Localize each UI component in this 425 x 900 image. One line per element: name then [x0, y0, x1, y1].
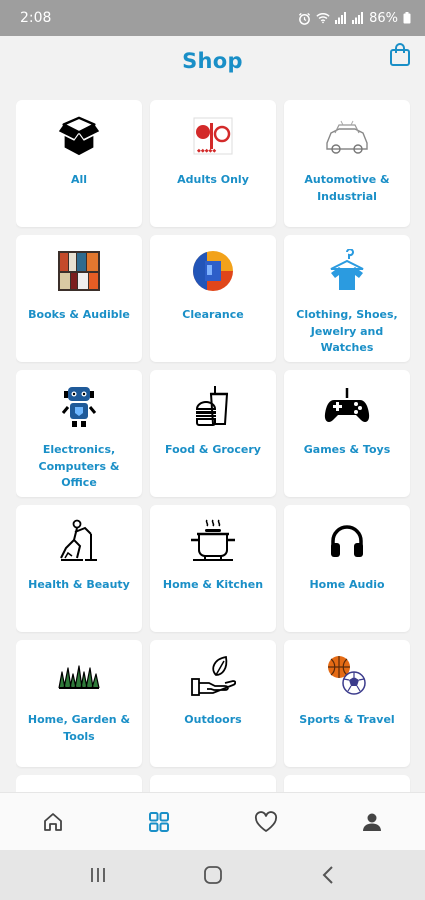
recents-icon	[90, 868, 105, 882]
category-label: Food & Grocery	[165, 443, 261, 456]
category-tile-games-toys[interactable]: Games & Toys	[284, 370, 410, 497]
category-tile-partial-1[interactable]	[16, 775, 142, 792]
status-icons: 86%	[298, 11, 411, 26]
category-label: Books & Audible	[28, 308, 130, 321]
circle-home-icon	[203, 866, 222, 884]
system-home-button[interactable]	[188, 855, 238, 895]
signal-icon-2	[352, 12, 364, 24]
car-icon	[323, 112, 371, 160]
back-button[interactable]	[303, 855, 353, 895]
alarm-icon	[299, 12, 311, 25]
category-label: Outdoors	[184, 713, 242, 726]
cooking-pot-icon	[189, 517, 237, 565]
category-label: Adults Only	[177, 173, 249, 186]
category-tile-outdoors[interactable]: Outdoors	[150, 640, 276, 767]
category-tile-home-garden[interactable]: Home, Garden & Tools	[16, 640, 142, 767]
nav-account-button[interactable]	[342, 800, 402, 844]
back-chevron-icon	[322, 866, 333, 884]
category-label: Automotive & Industrial	[304, 173, 390, 203]
shopping-bag-button[interactable]	[387, 41, 413, 69]
system-navigation-bar	[0, 850, 425, 900]
nav-home-button[interactable]	[23, 800, 83, 844]
category-tile-adults-only[interactable]: ◆◆◆◆◆ Adults Only	[150, 100, 276, 227]
grass-icon	[55, 652, 103, 700]
category-label: Games & Toys	[303, 443, 391, 456]
shopping-bag-icon	[390, 43, 410, 66]
category-tile-partial-3[interactable]	[284, 775, 410, 792]
category-tile-food-grocery[interactable]: Food & Grocery	[150, 370, 276, 497]
category-tile-clearance[interactable]: Clearance	[150, 235, 276, 362]
category-tile-sports-travel[interactable]: Sports & Travel	[284, 640, 410, 767]
page-title: Shop	[182, 49, 243, 73]
category-tile-all[interactable]: All	[16, 100, 142, 227]
category-label: Health & Beauty	[28, 578, 130, 591]
category-tile-home-kitchen[interactable]: Home & Kitchen	[150, 505, 276, 632]
category-tile-clothing[interactable]: Clothing, Shoes, Jewelry and Watches	[284, 235, 410, 362]
category-tile-automotive[interactable]: Automotive & Industrial	[284, 100, 410, 227]
adults-logo-icon: ◆◆◆◆◆	[189, 112, 237, 160]
status-time: 2:08	[20, 10, 52, 26]
battery-icon	[403, 12, 411, 24]
category-label: Clothing, Shoes, Jewelry and Watches	[296, 308, 398, 354]
svg-text:◆◆◆◆◆: ◆◆◆◆◆	[197, 148, 216, 154]
category-label: Sports & Travel	[299, 713, 395, 726]
clearance-badge-icon	[189, 247, 237, 295]
bottom-nav	[0, 792, 425, 850]
category-tile-partial-2[interactable]	[150, 775, 276, 792]
open-box-icon	[55, 112, 103, 160]
category-label: Home, Garden & Tools	[27, 713, 131, 743]
books-icon	[55, 247, 103, 295]
category-grid: All ◆◆◆◆◆ Adults Only Automotive & Indus…	[16, 100, 411, 792]
battery-percent: 86%	[369, 10, 398, 26]
category-label: Clearance	[182, 308, 244, 321]
category-tile-home-audio[interactable]: Home Audio	[284, 505, 410, 632]
category-tile-health-beauty[interactable]: Health & Beauty	[16, 505, 142, 632]
category-label: Electronics, Computers & Office	[38, 443, 120, 489]
category-label: All	[70, 173, 88, 186]
category-tile-electronics[interactable]: Electronics, Computers & Office	[16, 370, 142, 497]
shirt-on-hanger-icon	[323, 247, 371, 295]
status-bar: 2:08 86%	[0, 0, 425, 36]
home-icon	[44, 812, 63, 831]
drink-and-burger-icon	[189, 382, 237, 430]
nav-categories-button[interactable]	[129, 800, 189, 844]
app-header: Shop	[0, 36, 425, 86]
heart-icon	[254, 810, 277, 832]
wifi-icon	[316, 13, 330, 24]
signal-icon	[335, 12, 347, 24]
gamepad-icon	[323, 382, 371, 430]
robot-icon	[55, 382, 103, 430]
category-tile-books[interactable]: Books & Audible	[16, 235, 142, 362]
category-label: Home Audio	[309, 578, 385, 591]
headphones-icon	[323, 517, 371, 565]
category-label: Home & Kitchen	[162, 578, 264, 591]
exercise-icon	[55, 517, 103, 565]
grid-icon	[149, 811, 170, 832]
person-icon	[362, 813, 381, 831]
nav-favorites-button[interactable]	[236, 800, 296, 844]
recents-button[interactable]	[73, 855, 123, 895]
leaf-in-hand-icon	[189, 652, 237, 700]
balls-icon	[323, 652, 371, 700]
